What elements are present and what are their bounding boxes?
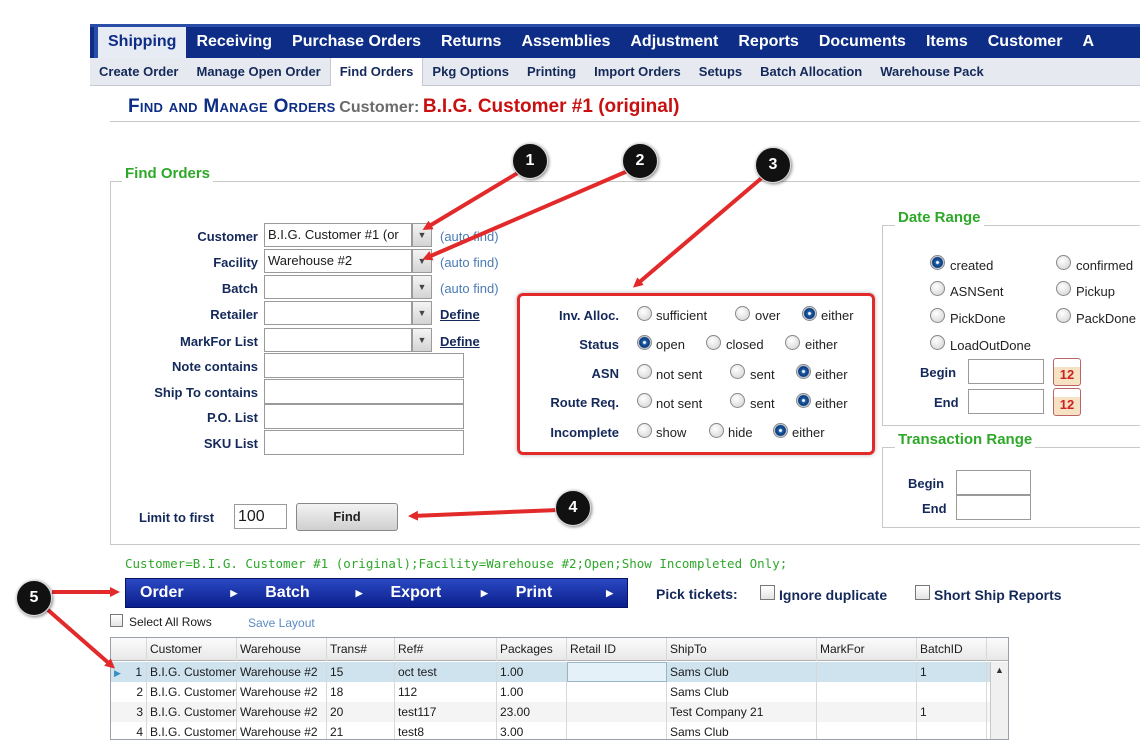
callout-5: 5 [16,580,52,616]
arrow-1 [422,166,528,231]
arrow-4 [408,508,559,521]
arrow-5b [46,608,116,669]
arrow-2 [422,168,631,261]
callout-3: 3 [755,147,791,183]
annotation-arrows [46,166,766,669]
arrow-3 [632,174,766,288]
callout-2: 2 [622,143,658,179]
callout-4: 4 [555,490,591,526]
callout-1: 1 [512,143,548,179]
